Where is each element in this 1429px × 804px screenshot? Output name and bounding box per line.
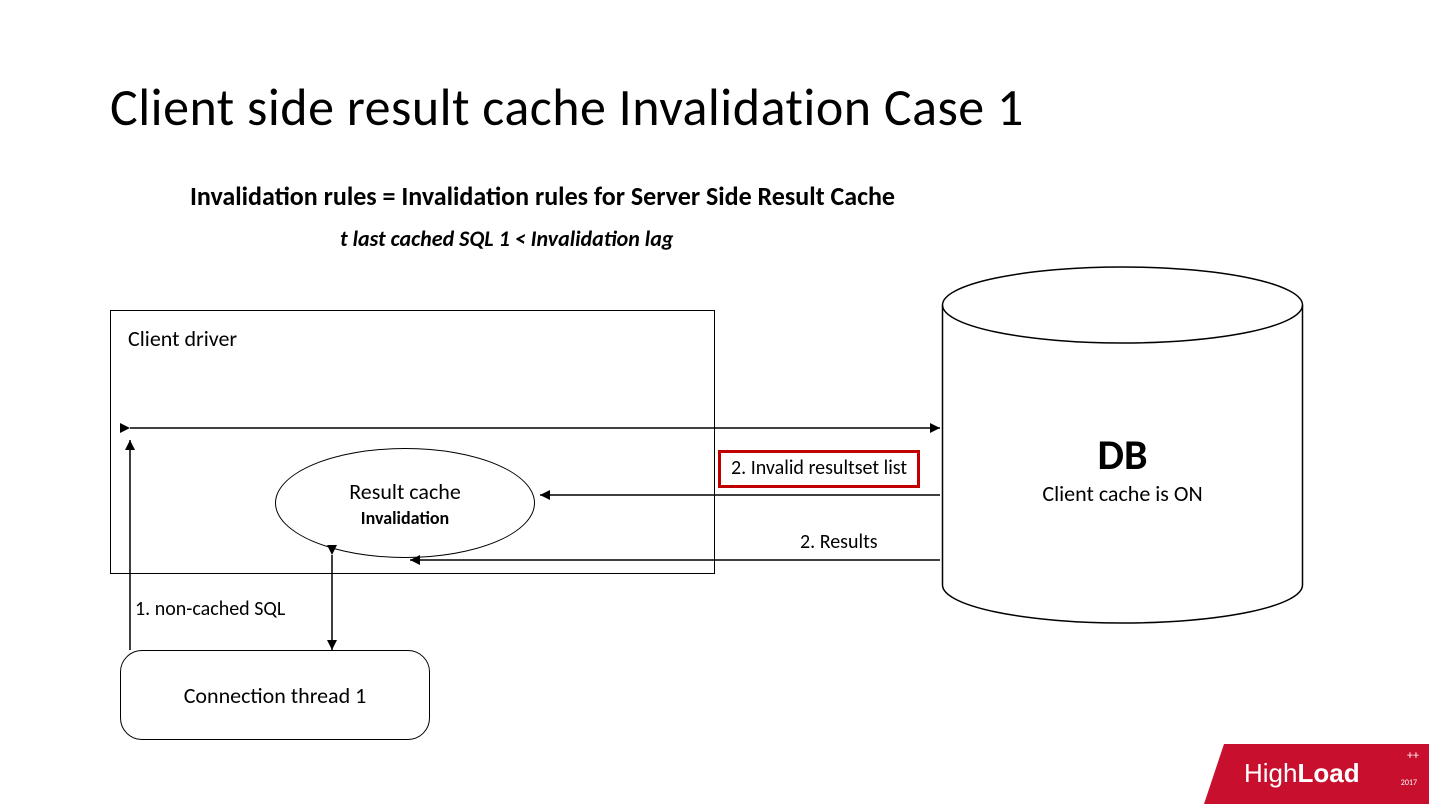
connection-thread-box: Connection thread 1	[120, 650, 430, 740]
db-title: DB	[940, 430, 1305, 481]
result-cache-node: Result cache Invalidation	[275, 448, 535, 558]
slide-title: Client side result cache Invalidation Ca…	[110, 75, 1024, 139]
client-driver-label: Client driver	[128, 325, 237, 352]
logo-text: HighLoad	[1244, 758, 1360, 789]
noncached-sql-label: 1. non-cached SQL	[135, 597, 285, 621]
results-label: 2. Results	[800, 530, 878, 554]
result-cache-subtitle: Invalidation	[361, 507, 449, 529]
slide-subtitle: Invalidation rules = Invalidation rules …	[190, 180, 895, 212]
highload-logo: HighLoad ++ 2017	[1204, 744, 1429, 804]
logo-plus: ++	[1407, 752, 1419, 760]
logo-part2: Load	[1297, 758, 1359, 788]
db-subtitle: Client cache is ON	[940, 480, 1305, 507]
connection-thread-label: Connection thread 1	[184, 682, 367, 709]
slide-subnote: t last cached SQL 1 < Invalidation lag	[340, 225, 673, 252]
result-cache-title: Result cache	[349, 478, 461, 505]
logo-year: 2017	[1401, 778, 1417, 788]
invalid-resultset-label: 2. Invalid resultset list	[718, 450, 920, 488]
logo-part1: High	[1244, 758, 1297, 788]
